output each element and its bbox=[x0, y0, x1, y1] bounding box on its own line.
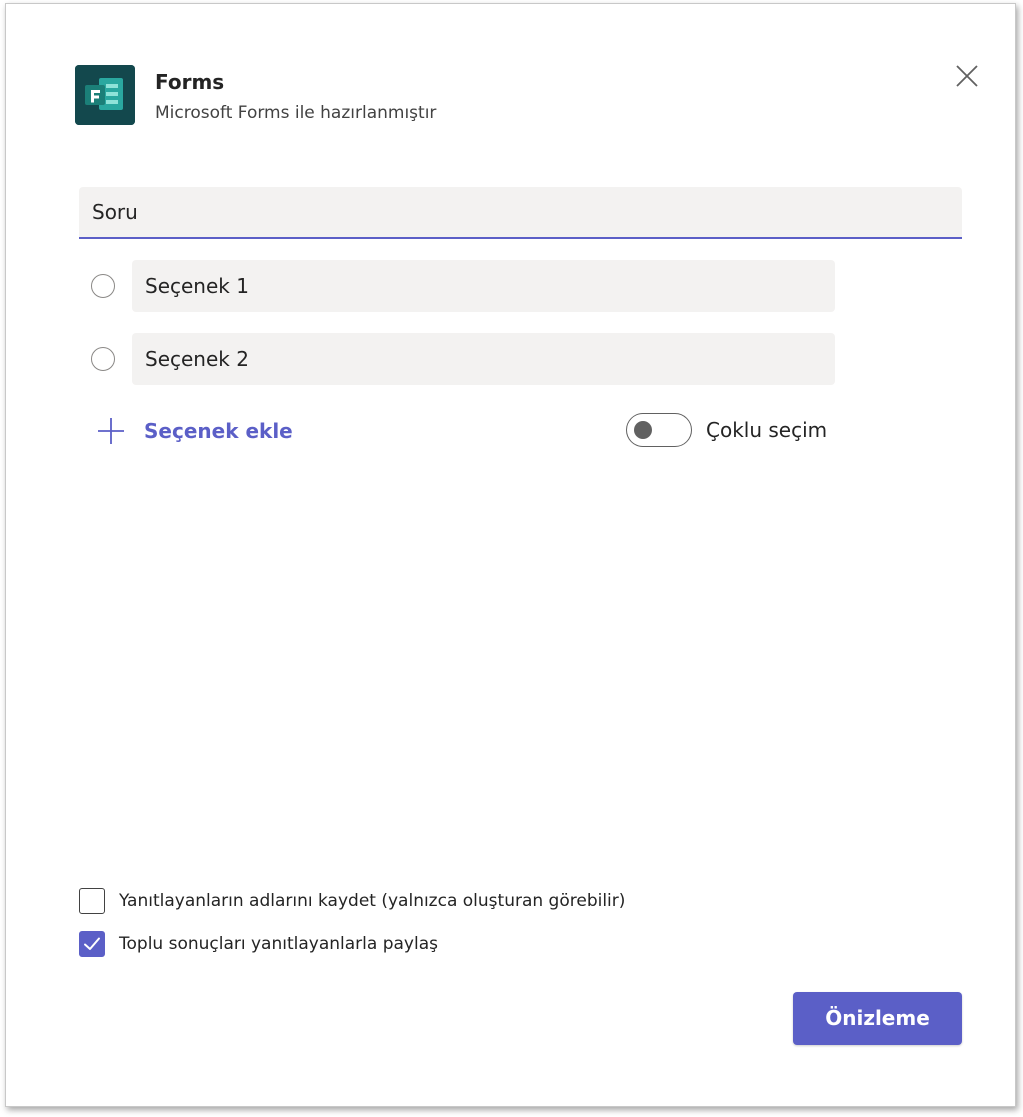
app-name: Forms bbox=[155, 70, 225, 94]
forms-dialog: Forms Microsoft Forms ile hazırlanmıştır… bbox=[5, 3, 1016, 1107]
toggle-knob bbox=[634, 421, 652, 439]
question-input[interactable]: Soru bbox=[79, 187, 962, 239]
checkmark-icon bbox=[84, 937, 100, 950]
forms-logo-icon bbox=[75, 65, 135, 125]
close-icon bbox=[956, 65, 978, 87]
option-radio-1[interactable] bbox=[91, 274, 115, 298]
close-button[interactable] bbox=[951, 60, 983, 92]
add-option-button[interactable]: Seçenek ekle bbox=[96, 411, 293, 451]
preview-button[interactable]: Önizleme bbox=[793, 992, 962, 1045]
option-row-2: Seçenek 2 bbox=[79, 333, 839, 385]
option-input-2[interactable]: Seçenek 2 bbox=[132, 333, 835, 385]
multi-select-setting: Çoklu seçim bbox=[626, 410, 827, 450]
multi-select-label: Çoklu seçim bbox=[706, 418, 828, 442]
app-subtitle: Microsoft Forms ile hazırlanmıştır bbox=[155, 103, 437, 123]
plus-icon bbox=[98, 418, 124, 444]
option-radio-2[interactable] bbox=[91, 347, 115, 371]
record-names-label: Yanıtlayanların adlarını kaydet (yalnızc… bbox=[119, 891, 626, 911]
setting-share-results: Toplu sonuçları yanıtlayanlarla paylaş bbox=[79, 929, 438, 959]
option-row-1: Seçenek 1 bbox=[79, 260, 839, 312]
share-results-label: Toplu sonuçları yanıtlayanlarla paylaş bbox=[119, 934, 438, 954]
record-names-checkbox[interactable] bbox=[79, 888, 105, 914]
option-input-1[interactable]: Seçenek 1 bbox=[132, 260, 835, 312]
multi-select-toggle[interactable] bbox=[626, 413, 692, 447]
share-results-checkbox[interactable] bbox=[79, 931, 105, 957]
add-option-label: Seçenek ekle bbox=[144, 419, 293, 443]
setting-record-names: Yanıtlayanların adlarını kaydet (yalnızc… bbox=[79, 886, 625, 916]
